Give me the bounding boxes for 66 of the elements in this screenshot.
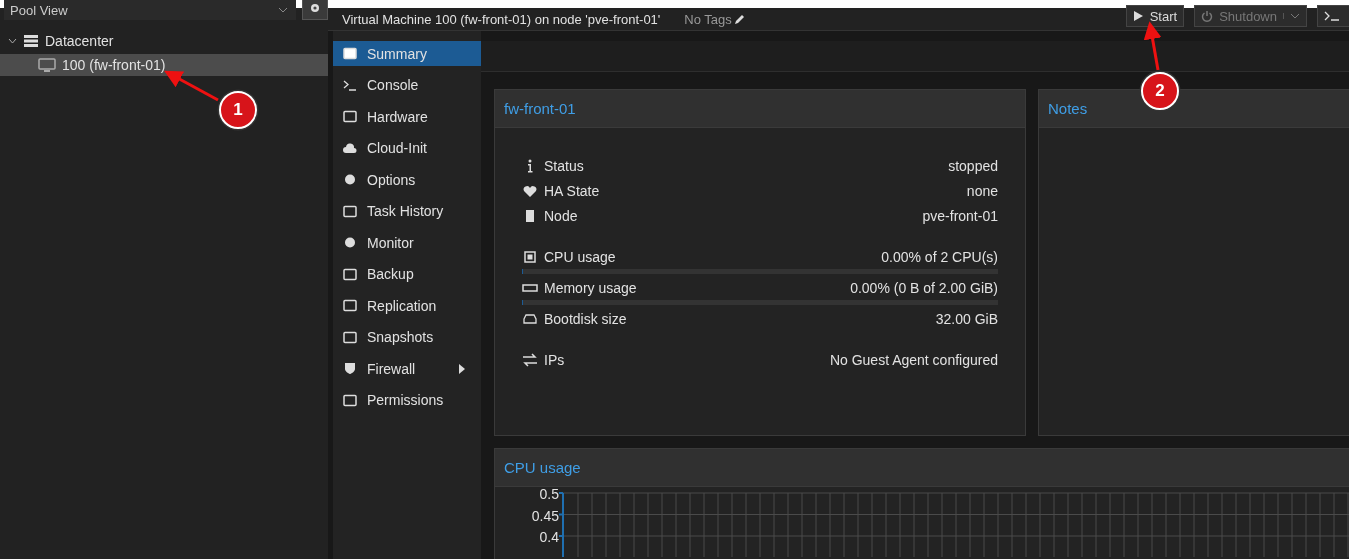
console-button[interactable] <box>1317 5 1349 27</box>
pencil-icon[interactable] <box>733 13 746 25</box>
row-icon <box>522 311 538 326</box>
tags-label: No Tags <box>684 11 732 27</box>
monitor-icon <box>38 57 56 73</box>
nav-icon <box>343 78 357 92</box>
field-value: 0.00% of 2 CPU(s) <box>881 248 998 265</box>
row-icon <box>522 249 538 264</box>
field-value: No Guest Agent configured <box>829 351 998 368</box>
play-icon <box>1132 10 1144 22</box>
annotation-arrow <box>1143 21 1162 71</box>
nav-icon <box>343 393 357 407</box>
nav-item[interactable]: Hardware <box>333 104 481 129</box>
field-label: Memory usage <box>544 279 637 296</box>
tree-item[interactable]: 100 (fw-front-01) <box>0 54 328 76</box>
view-dropdown[interactable]: Pool View <box>4 0 296 20</box>
nav-icon <box>343 236 357 249</box>
nav-item[interactable]: Options <box>333 167 481 192</box>
gear-icon <box>309 2 321 14</box>
field-value: pve-front-01 <box>922 207 998 224</box>
field-label: Status <box>544 157 584 174</box>
nav-item[interactable]: Permissions <box>333 387 481 413</box>
nav-item[interactable]: Snapshots <box>333 324 481 350</box>
field-label: Bootdisk size <box>544 310 627 327</box>
tree-item[interactable]: Datacenter <box>0 30 328 52</box>
row-icon <box>522 352 538 367</box>
axis-tick-label: 0.4 <box>539 530 559 547</box>
power-icon <box>1201 10 1214 22</box>
nav-item[interactable]: Cloud-Init <box>333 135 481 161</box>
annotation-arrow <box>164 70 219 102</box>
row-icon <box>522 183 538 198</box>
field-value: stopped <box>948 157 998 174</box>
settings-button[interactable] <box>302 0 328 20</box>
annotation-badge: 1 <box>219 91 257 129</box>
nav-icon <box>343 299 357 312</box>
nav-icon <box>343 267 357 281</box>
vm-title: Virtual Machine 100 (fw-front-01) on node 'pve-front-01' <box>342 11 661 27</box>
nav-icon <box>343 362 357 375</box>
panel-title: fw-front-01 <box>495 90 1025 128</box>
nav-icon <box>343 204 357 218</box>
field-label: IPs <box>544 351 565 368</box>
nav-item[interactable]: Firewall <box>333 356 481 381</box>
nav-item[interactable]: Console <box>333 72 481 98</box>
terminal-icon <box>1324 11 1340 21</box>
nav-icon <box>343 141 357 155</box>
axis-tick-label: 0.5 <box>539 487 559 504</box>
caret-icon <box>278 7 288 13</box>
nav-icon <box>343 110 357 123</box>
field-label: Node <box>544 207 578 224</box>
field-value: none <box>966 182 998 199</box>
nav-item[interactable]: Summary <box>333 41 481 66</box>
field-label: CPU usage <box>544 248 616 265</box>
server-rack-icon <box>23 34 39 48</box>
nav-item[interactable]: Monitor <box>333 230 481 255</box>
nav-icon <box>343 173 357 186</box>
axis-tick-label: 0.45 <box>531 508 559 526</box>
field-value: 32.00 GiB <box>935 310 998 327</box>
field-label: HA State <box>544 182 600 199</box>
nav-item[interactable]: Replication <box>333 293 481 318</box>
nav-icon <box>343 47 357 60</box>
nav-item[interactable]: Backup <box>333 261 481 287</box>
toolbar-button[interactable]: Start <box>1125 5 1185 27</box>
field-value: 0.00% (0 B of 2.00 GiB) <box>850 279 998 296</box>
panel-title: CPU usage <box>495 449 1349 487</box>
nav-icon <box>343 330 357 344</box>
nav-item[interactable]: Task History <box>333 198 481 224</box>
